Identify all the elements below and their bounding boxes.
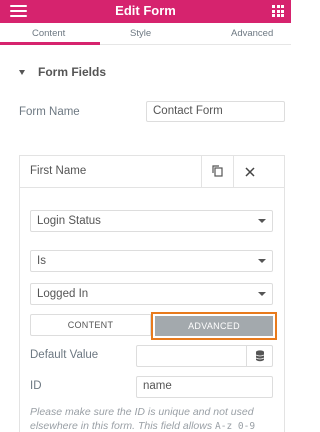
condition-value-select[interactable]: Logged In [30, 283, 273, 305]
form-name-label: Form Name [19, 106, 80, 118]
active-tab-indicator [0, 42, 100, 45]
editor-header: Edit Form [0, 0, 291, 23]
caret-down-icon [19, 70, 25, 75]
tab-style[interactable]: Style [130, 28, 151, 39]
condition-operator-select[interactable]: Is [30, 250, 273, 272]
grid-icon[interactable] [272, 5, 284, 17]
condition-operator-value: Is [37, 255, 46, 267]
select-arrow-icon [258, 219, 266, 223]
section-form-fields[interactable]: Form Fields [0, 58, 291, 86]
id-input[interactable]: name [136, 376, 273, 398]
condition-value-value: Logged In [37, 288, 89, 300]
section-title: Form Fields [38, 65, 107, 79]
toggle-advanced-highlight: ADVANCED [151, 312, 277, 340]
dynamic-tags-button[interactable] [246, 346, 272, 366]
database-icon [255, 350, 265, 362]
condition-field-value: Login Status [37, 215, 101, 227]
toggle-content-button[interactable]: CONTENT [30, 314, 151, 336]
tab-content[interactable]: Content [32, 28, 65, 39]
select-arrow-icon [258, 292, 266, 296]
id-help-text: Please make sure the ID is unique and no… [30, 405, 280, 432]
repeater-item-title: First Name [30, 165, 87, 177]
close-button[interactable] [233, 156, 265, 187]
select-arrow-icon [258, 259, 266, 263]
duplicate-button[interactable] [201, 156, 233, 187]
toggle-advanced-button[interactable]: ADVANCED [155, 316, 273, 336]
close-icon [245, 167, 255, 177]
condition-field-select[interactable]: Login Status [30, 210, 273, 232]
help-code: A-z 0-9 [215, 421, 256, 432]
repeater-item-header[interactable]: First Name [20, 156, 284, 188]
page-title: Edit Form [115, 3, 176, 18]
tab-advanced[interactable]: Advanced [231, 28, 273, 39]
id-label: ID [30, 380, 42, 392]
default-value-label: Default Value [30, 349, 99, 361]
duplicate-icon [212, 165, 223, 177]
form-name-input[interactable]: Contact Form [146, 101, 285, 122]
